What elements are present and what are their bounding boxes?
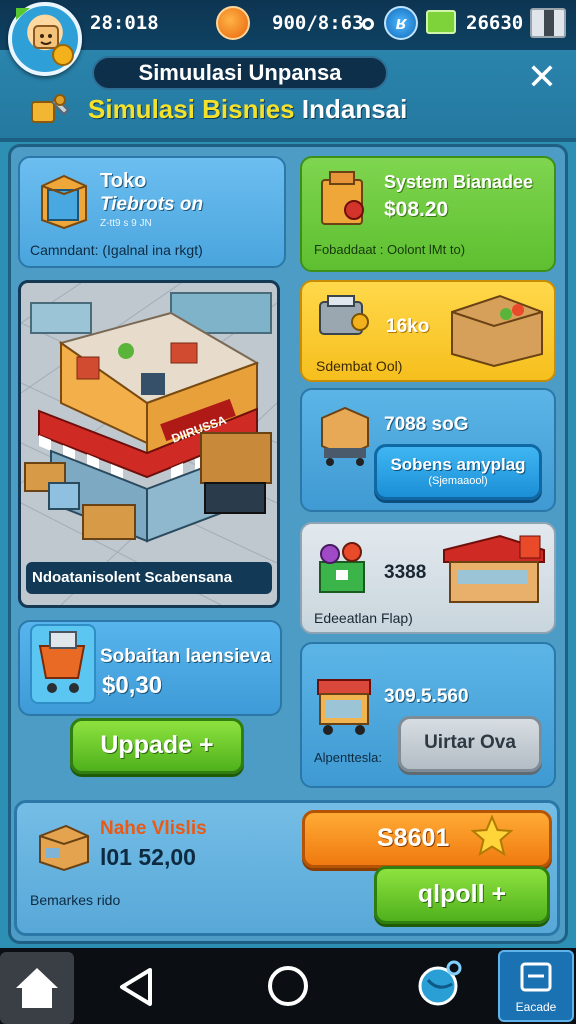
panel-icon	[520, 962, 552, 992]
upgrade-price: $0,30	[102, 672, 163, 699]
status-currency: 26630	[466, 12, 524, 34]
toko-tiny-text: Z-tt9 s 9 JN	[100, 218, 152, 229]
bottom-note: Bemarkes rido	[30, 892, 121, 908]
subtitle: Simulasi Bisnies Indansai	[88, 94, 407, 125]
circle-home-icon[interactable]	[268, 966, 308, 1006]
bottom-title: Nahe Vlislis	[100, 818, 207, 839]
pause-icon[interactable]	[530, 8, 566, 38]
status-time: 28:018	[90, 12, 159, 34]
stock-note: Sdembat Ool)	[316, 358, 403, 374]
status-resource: 900/8:63	[272, 12, 364, 34]
printer-icon	[319, 295, 369, 335]
box-icon	[451, 294, 543, 368]
store-scene[interactable]: DIIRUSSA	[18, 280, 280, 608]
system-value: $08.20	[384, 198, 449, 221]
bottom-value: l01 52,00	[100, 844, 196, 870]
flag-icon	[16, 8, 30, 20]
player-avatar[interactable]	[8, 2, 82, 76]
blue-shield-icon[interactable]: ʁ	[384, 6, 418, 40]
buy-button[interactable]: qlpoll +	[374, 866, 550, 924]
supply-button[interactable]: Sobens amyplag (Sjemaaool)	[374, 444, 542, 500]
upgrade-title: Sobaitan laensieva	[100, 646, 272, 667]
subtitle-rest: Indansai	[301, 94, 408, 124]
supply-button-label: Sobens amyplag	[390, 455, 526, 474]
close-button[interactable]: ✕	[522, 58, 562, 98]
delivery-note: Alpenttesla:	[314, 750, 382, 765]
system-title: System Bianadee	[384, 172, 534, 192]
supply-value: 7088 soG	[384, 414, 469, 435]
supply-button-sublabel: (Sjemaaool)	[428, 475, 488, 487]
scene-caption: Ndoatanisolent Scabensana	[26, 562, 272, 594]
stock-title: 16ko	[386, 316, 430, 337]
battery-icon	[426, 10, 456, 34]
store-illustration: DIIRUSSA	[21, 283, 277, 605]
market-stall-icon	[443, 534, 545, 603]
wrench-icon	[31, 94, 70, 123]
orange-orb-icon[interactable]	[216, 6, 250, 40]
crate-cart-icon	[321, 406, 369, 466]
upgrade-button[interactable]: Uppade +	[70, 718, 244, 774]
delivery-button[interactable]: Uirtar Ova	[398, 716, 542, 772]
machine-icon	[321, 171, 364, 225]
subtitle-highlight: Simulasi Bisnies	[88, 94, 295, 124]
parcel-icon	[39, 824, 89, 872]
coin-button[interactable]: S8601	[302, 810, 552, 868]
toko-note: Camndant: (Igalnal ina rkgt)	[30, 242, 203, 258]
status-dot-icon	[362, 18, 374, 30]
system-note: Fobaddaat : Oolont lMt to)	[314, 242, 466, 257]
delivery-value: 309.5.560	[384, 686, 469, 707]
globe-icon[interactable]	[414, 958, 466, 1010]
shop-box-icon	[41, 174, 87, 230]
star-icon	[470, 814, 514, 857]
back-icon[interactable]	[112, 964, 162, 1010]
toko-subtitle: Tiebrots on	[100, 194, 204, 215]
market-note: Edeeatlan Flap)	[314, 610, 413, 626]
market-value: 3388	[384, 562, 427, 583]
toko-title: Toko	[100, 170, 147, 192]
page-title: Simuulasi Unpansa	[92, 56, 388, 90]
register-icon	[319, 542, 365, 593]
delivery-cart-icon	[317, 679, 371, 735]
home-button[interactable]	[0, 952, 74, 1024]
home-icon	[16, 968, 58, 1008]
menu-panel-label: Eacade	[515, 1000, 557, 1014]
coin-icon	[52, 44, 74, 66]
cart-icon	[30, 624, 96, 704]
